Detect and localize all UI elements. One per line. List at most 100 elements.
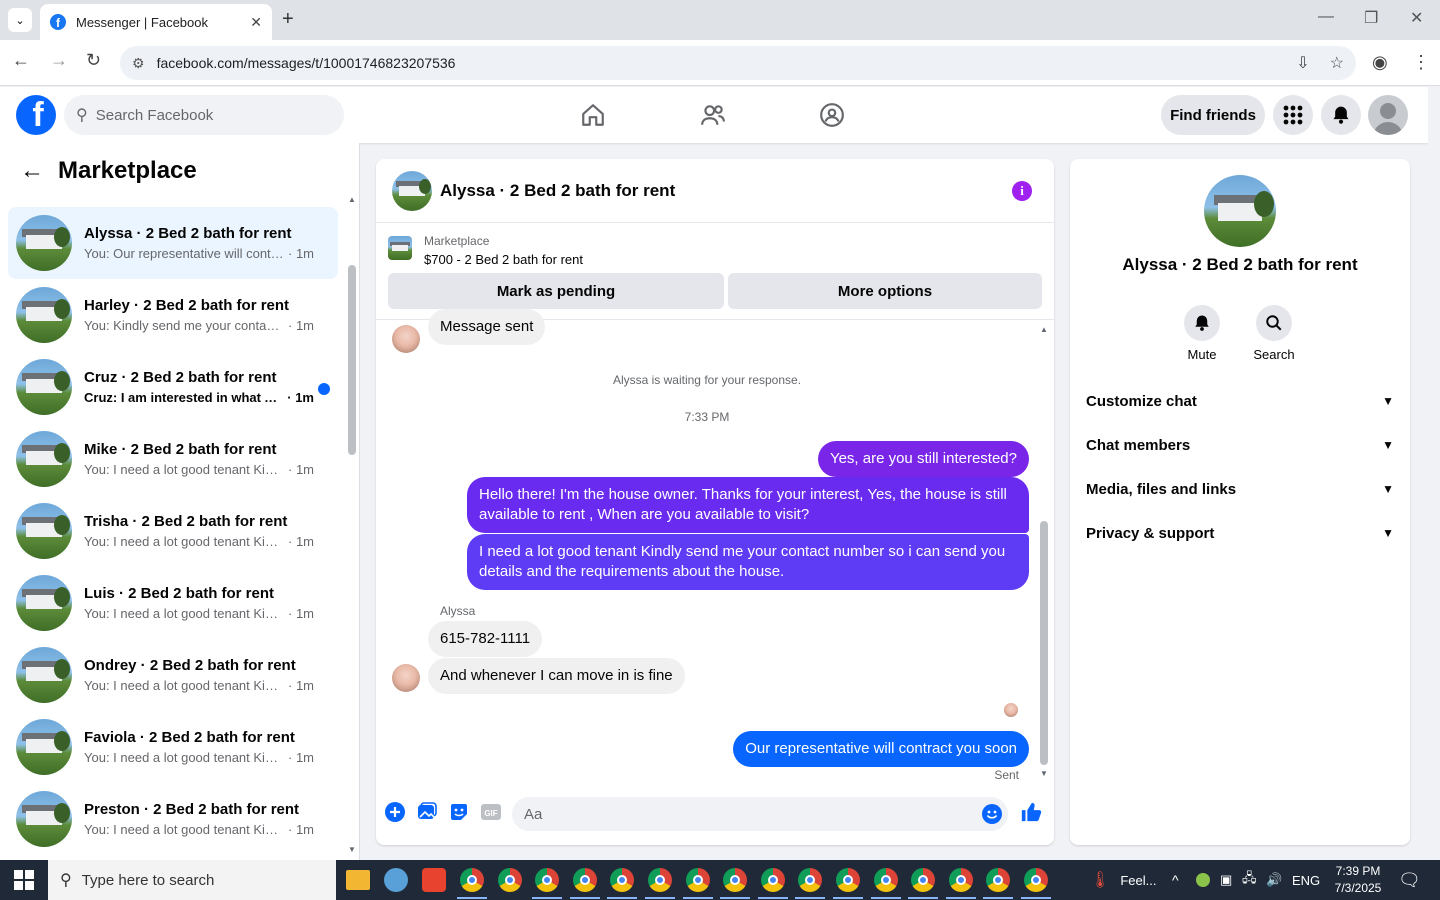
chrome-window-icon[interactable] <box>610 868 635 892</box>
find-friends-button[interactable]: Find friends <box>1161 95 1265 135</box>
chrome-window-icon[interactable] <box>1024 868 1048 892</box>
chat-members-section[interactable]: Chat members ▼ <box>1086 423 1394 467</box>
menu-grid-icon[interactable] <box>1273 95 1313 135</box>
chrome-window-icon[interactable] <box>836 868 860 892</box>
restore-button[interactable]: ❐ <box>1364 8 1378 28</box>
notifications-bell-icon[interactable] <box>1321 95 1361 135</box>
groups-icon[interactable] <box>818 101 846 129</box>
message-bubble-outgoing[interactable]: Yes, are you still interested? <box>817 441 1029 477</box>
conversation-item[interactable]: Trisha · 2 Bed 2 bath for rent You: I nee… <box>8 495 338 567</box>
windows-start-icon[interactable] <box>14 870 34 890</box>
listing-price[interactable]: $700 - 2 Bed 2 bath for rent <box>424 252 583 267</box>
facebook-search[interactable]: ⚲ <box>64 95 344 135</box>
tray-chevron-up-icon[interactable]: ^ <box>1172 860 1179 900</box>
photo-gallery-icon[interactable] <box>416 801 438 823</box>
conversation-item[interactable]: Alyssa · 2 Bed 2 bath for rent You: Our r… <box>8 207 338 279</box>
scroll-up-icon[interactable]: ▲ <box>1040 325 1048 334</box>
site-info-icon[interactable]: ⚙ <box>132 55 145 72</box>
info-icon[interactable]: i <box>1012 181 1032 201</box>
conversation-item[interactable]: Preston · 2 Bed 2 bath for rent You: I ne… <box>8 783 338 855</box>
chrome-window-icon[interactable] <box>572 868 597 892</box>
profile-icon[interactable]: ◉ <box>1372 52 1388 73</box>
taskbar-search[interactable]: ⚲ Type here to search <box>48 860 336 900</box>
chrome-window-icon[interactable] <box>873 868 898 892</box>
install-app-icon[interactable]: ⇩ <box>1296 53 1309 73</box>
chrome-window-icon[interactable] <box>798 868 823 892</box>
conversation-item[interactable]: Ondrey · 2 Bed 2 bath for rent You: I nee… <box>8 639 338 711</box>
tray-meet-icon[interactable]: ▣ <box>1220 860 1232 900</box>
message-bubble-outgoing[interactable]: Hello there! I'm the house owner. Thanks… <box>467 477 1029 533</box>
chat-title[interactable]: Alyssa · 2 Bed 2 bath for rent <box>440 181 675 201</box>
tab-search-button[interactable]: ⌄ <box>8 8 32 32</box>
reload-button[interactable]: ↻ <box>86 50 101 71</box>
volume-icon[interactable]: 🔊 <box>1266 860 1282 900</box>
chrome-window-icon[interactable] <box>986 868 1011 892</box>
chrome-window-icon[interactable] <box>723 868 748 892</box>
minimize-button[interactable]: — <box>1318 8 1334 26</box>
search-conversation-button[interactable]: Search <box>1244 305 1304 362</box>
conversation-item[interactable]: Faviola · 2 Bed 2 bath for rent You: I ne… <box>8 711 338 783</box>
notification-center-icon[interactable]: 🗨 <box>1398 860 1421 900</box>
tray-app-icon[interactable] <box>1196 860 1210 900</box>
media-files-links-section[interactable]: Media, files and links ▼ <box>1086 467 1394 511</box>
close-window-button[interactable]: ✕ <box>1410 8 1423 28</box>
sticker-icon[interactable] <box>448 801 470 823</box>
customize-chat-section[interactable]: Customize chat ▼ <box>1086 379 1394 423</box>
conversation-item[interactable]: Mike · 2 Bed 2 bath for rent You: I need … <box>8 423 338 495</box>
browser-tab[interactable]: f Messenger | Facebook ✕ <box>40 4 272 40</box>
gif-icon[interactable]: GIF <box>480 801 502 823</box>
chrome-window-icon[interactable] <box>911 868 936 892</box>
scroll-up-icon[interactable]: ▲ <box>348 195 356 204</box>
brave-icon[interactable] <box>422 868 446 892</box>
listing-thumbnail[interactable] <box>388 236 412 260</box>
sender-avatar[interactable] <box>392 664 420 692</box>
network-icon[interactable]: 🖧 <box>1242 860 1257 900</box>
back-arrow-icon[interactable]: ← <box>20 157 44 185</box>
facebook-search-input[interactable] <box>95 106 316 124</box>
message-bubble-incoming[interactable]: Message sent <box>428 309 546 345</box>
chrome-window-icon[interactable] <box>497 868 522 892</box>
privacy-support-section[interactable]: Privacy & support ▼ <box>1086 511 1394 555</box>
menu-kebab-icon[interactable]: ⋮ <box>1412 52 1430 73</box>
message-bubble-incoming[interactable]: And whenever I can move in is fine <box>428 658 685 694</box>
message-bubble-outgoing[interactable]: Our representative will contract you soo… <box>733 731 1029 767</box>
address-bar[interactable]: ⚙ facebook.com/messages/t/10001746823207… <box>120 46 1356 80</box>
chrome-window-icon[interactable] <box>948 868 973 892</box>
back-button[interactable]: ← <box>12 50 30 71</box>
scroll-down-icon[interactable]: ▼ <box>348 845 356 854</box>
chrome-window-icon[interactable] <box>685 868 710 892</box>
profile-picture[interactable] <box>1204 175 1276 247</box>
bookmark-star-icon[interactable]: ☆ <box>1330 53 1344 73</box>
mark-as-pending-button[interactable]: Mark as pending <box>388 273 724 309</box>
page-scrollbar[interactable] <box>1428 87 1440 860</box>
scroll-down-icon[interactable]: ▼ <box>1040 769 1048 778</box>
emoji-icon[interactable] <box>982 804 1002 829</box>
chrome-window-icon[interactable] <box>648 868 672 892</box>
friends-icon[interactable] <box>699 101 727 129</box>
message-bubble-outgoing[interactable]: I need a lot good tenant Kindly send me … <box>467 534 1029 590</box>
chrome-window-icon[interactable] <box>535 868 560 892</box>
app-icon[interactable] <box>384 868 408 892</box>
forward-button[interactable]: → <box>50 50 68 71</box>
weather-widget[interactable]: 🌡 Feel... <box>1090 860 1156 900</box>
conversation-item[interactable]: Cruz · 2 Bed 2 bath for rent Cruz: I am i… <box>8 351 338 423</box>
plus-circle-icon[interactable] <box>384 801 406 823</box>
mute-button[interactable]: Mute <box>1172 305 1232 362</box>
conversation-item[interactable]: Harley · 2 Bed 2 bath for rent You: Kindl… <box>8 279 338 351</box>
taskbar-clock[interactable]: 7:39 PM 7/3/2025 <box>1326 863 1390 897</box>
message-input-field[interactable] <box>512 797 1008 831</box>
chat-avatar[interactable] <box>392 170 432 211</box>
sidebar-scrollbar[interactable] <box>348 265 356 455</box>
chrome-window-icon[interactable] <box>760 868 785 892</box>
file-explorer-icon[interactable] <box>346 870 370 890</box>
language-indicator[interactable]: ENG <box>1292 860 1320 900</box>
tab-close-icon[interactable]: ✕ <box>250 14 262 31</box>
url-text[interactable]: facebook.com/messages/t/1000174682320753… <box>157 55 1277 71</box>
message-input[interactable] <box>524 805 964 823</box>
message-bubble-incoming[interactable]: 615-782-1111 <box>428 621 543 657</box>
thumbs-up-icon[interactable] <box>1020 801 1042 823</box>
facebook-logo-icon[interactable]: f <box>16 95 56 135</box>
more-options-button[interactable]: More options <box>728 273 1042 309</box>
sender-avatar[interactable] <box>392 325 420 353</box>
conversation-item[interactable]: Luis · 2 Bed 2 bath for rent You: I need … <box>8 567 338 639</box>
